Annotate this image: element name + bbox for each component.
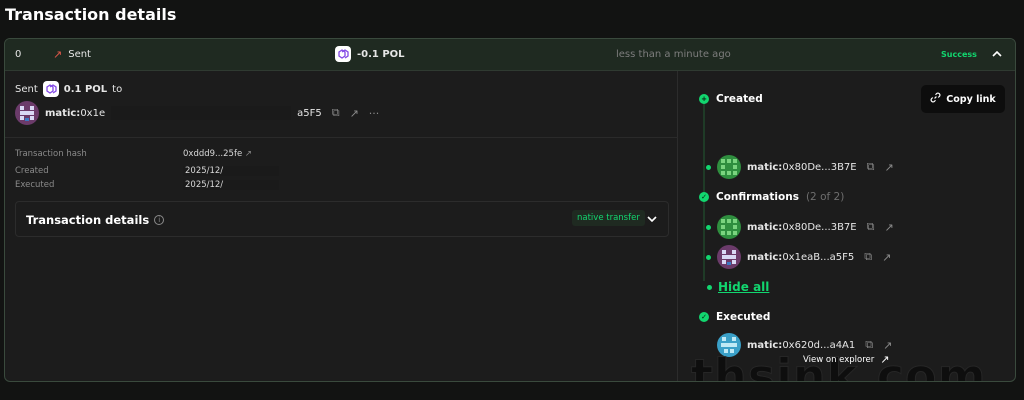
info-icon[interactable]: i bbox=[154, 215, 165, 225]
sent-amount: 0.1 POL bbox=[63, 83, 108, 95]
address-redaction bbox=[111, 106, 292, 120]
timeline-dot bbox=[706, 164, 711, 170]
timeline-confirmation-1: matic:0x80De...3B7E ⧉ ↗ bbox=[706, 215, 894, 239]
chevron-up-icon[interactable] bbox=[989, 46, 1005, 62]
details-title: Transaction details i bbox=[26, 213, 165, 227]
timeline-created: + Created bbox=[699, 93, 763, 105]
transaction-details-accordion[interactable]: Transaction details i native transfer bbox=[15, 201, 669, 237]
external-link-icon[interactable]: ↗ bbox=[884, 161, 893, 174]
created-value: 2025/12/ bbox=[183, 166, 279, 176]
recipient-end: a5F5 bbox=[297, 107, 322, 119]
owner-address: matic:0x1eaB...a5F5 bbox=[747, 251, 855, 263]
recipient-address: matic: 0x1e a5F5 ⧉ ↗ ··· bbox=[15, 101, 379, 125]
external-link-icon[interactable]: ↗ bbox=[882, 251, 891, 264]
tx-amount: -0.1 POL bbox=[335, 46, 405, 62]
page-title: Transaction details bbox=[5, 5, 177, 24]
timeline-confirmation-2: matic:0x1eaB...a5F5 ⧉ ↗ bbox=[706, 245, 891, 269]
pol-token-icon bbox=[335, 46, 351, 62]
sent-line: Sent 0.1 POL to bbox=[15, 81, 122, 97]
external-link-icon[interactable]: ↗ bbox=[350, 107, 359, 120]
timeline-dot bbox=[706, 224, 711, 230]
transaction-timeline: + Created matic:0x80De...3B7E ⧉ ↗ ✓ Conf… bbox=[679, 71, 1015, 381]
hide-all-link[interactable]: Hide all bbox=[707, 280, 769, 294]
tx-nonce: 0 bbox=[15, 49, 22, 60]
avatar bbox=[717, 215, 741, 239]
hash-label: Transaction hash bbox=[15, 149, 87, 159]
info-row-created: Created 2025/12/ bbox=[15, 166, 279, 176]
transaction-header[interactable]: 0 ↗ Sent -0.1 POL less than a minute ago… bbox=[5, 39, 1015, 71]
status-badge: Success bbox=[941, 50, 977, 59]
check-circle-icon: ✓ bbox=[699, 312, 709, 322]
timeline-dot bbox=[706, 254, 711, 260]
timeline-confirmations: ✓ Confirmations (2 of 2) bbox=[699, 191, 844, 203]
view-on-explorer-link[interactable]: View on explorer ↗ bbox=[803, 353, 889, 366]
copy-icon[interactable]: ⧉ bbox=[867, 160, 875, 174]
more-icon[interactable]: ··· bbox=[369, 107, 380, 120]
info-row-hash: Transaction hash 0xddd9...25fe ↗ bbox=[15, 149, 252, 159]
copy-icon[interactable]: ⧉ bbox=[332, 106, 340, 120]
to-label: to bbox=[112, 83, 123, 95]
recipient-prefix: matic: bbox=[45, 107, 81, 119]
check-circle-icon: ✓ bbox=[699, 192, 709, 202]
created-label: Created bbox=[15, 166, 49, 176]
sent-arrow-icon: ↗ bbox=[53, 48, 63, 61]
timeline-dot bbox=[707, 284, 712, 290]
tx-amount-value: -0.1 POL bbox=[357, 48, 405, 60]
link-icon bbox=[930, 92, 941, 106]
confirmations-count: (2 of 2) bbox=[805, 191, 845, 203]
external-link-icon: ↗ bbox=[880, 353, 890, 366]
tx-time: less than a minute ago bbox=[616, 49, 731, 60]
hash-value: 0xddd9...25fe ↗ bbox=[183, 149, 253, 159]
avatar bbox=[717, 245, 741, 269]
avatar bbox=[717, 155, 741, 179]
owner-address: matic:0x80De...3B7E bbox=[747, 161, 857, 173]
external-link-icon[interactable]: ↗ bbox=[245, 149, 252, 159]
copy-icon[interactable]: ⧉ bbox=[867, 220, 875, 234]
chevron-down-icon[interactable] bbox=[644, 211, 660, 227]
pol-token-icon bbox=[42, 81, 59, 97]
transaction-card: 0 ↗ Sent -0.1 POL less than a minute ago… bbox=[4, 38, 1016, 382]
sent-label: Sent bbox=[15, 83, 38, 95]
owner-address: matic:0x80De...3B7E bbox=[747, 221, 857, 233]
tx-type-label: Sent bbox=[68, 49, 91, 60]
avatar bbox=[15, 101, 39, 125]
recipient-start: 0x1e bbox=[80, 107, 106, 119]
executed-value: 2025/12/ bbox=[183, 180, 279, 190]
copy-link-button[interactable]: Copy link bbox=[921, 85, 1005, 113]
timeline-line bbox=[703, 99, 705, 281]
timeline-created-owner: matic:0x80De...3B7E ⧉ ↗ bbox=[706, 155, 894, 179]
native-transfer-badge: native transfer bbox=[572, 210, 645, 226]
tx-type: ↗ Sent bbox=[53, 48, 91, 61]
executed-label: Executed bbox=[15, 180, 55, 190]
external-link-icon[interactable]: ↗ bbox=[884, 221, 893, 234]
info-row-executed: Executed 2025/12/ bbox=[15, 180, 279, 190]
divider bbox=[5, 137, 678, 138]
copy-icon[interactable]: ⧉ bbox=[864, 250, 872, 264]
transaction-summary: Sent 0.1 POL to matic: 0x1e a5F5 ⧉ ↗ ··· … bbox=[5, 71, 678, 381]
plus-circle-icon: + bbox=[699, 94, 709, 104]
timeline-executed: ✓ Executed bbox=[699, 311, 770, 323]
